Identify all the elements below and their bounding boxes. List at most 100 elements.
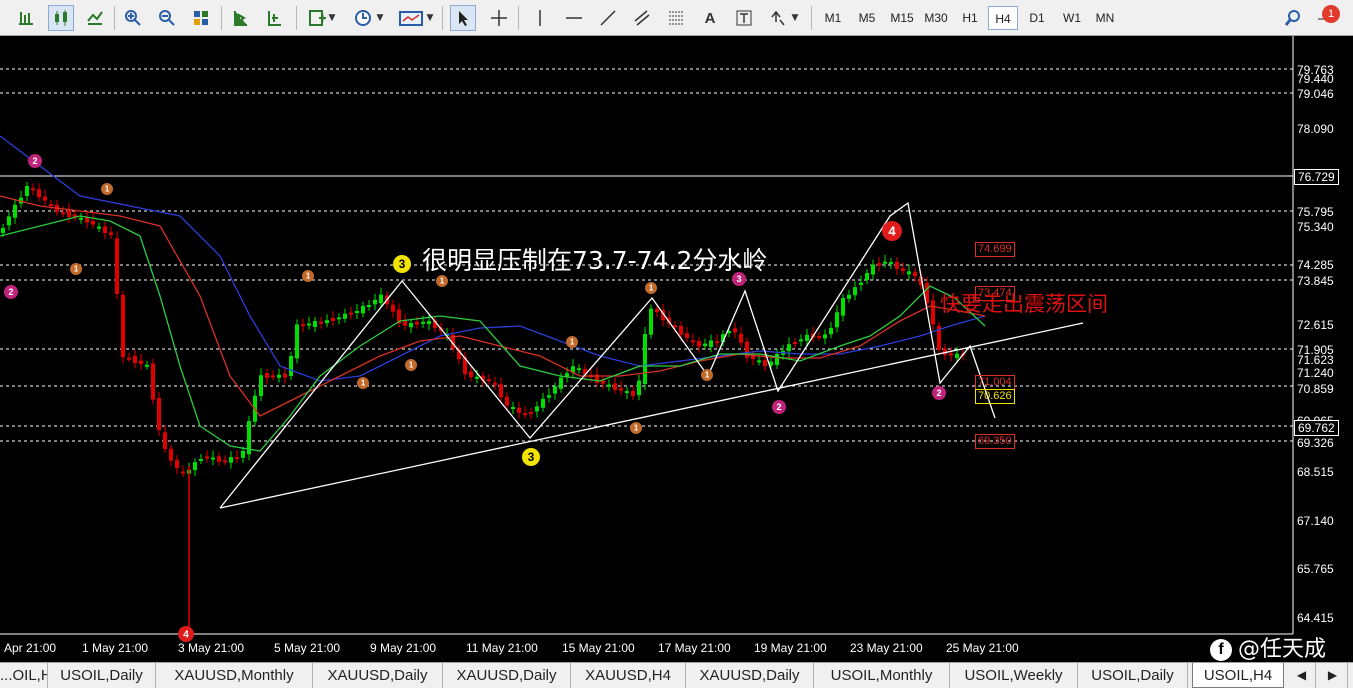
- tab-chart[interactable]: USOIL,Daily: [1078, 663, 1188, 688]
- analysis-annotation[interactable]: 很明显压制在73.7-74.2分水岭: [422, 241, 767, 277]
- order-level-label[interactable]: 71.004: [975, 375, 1015, 390]
- candle-body: [343, 313, 347, 319]
- candle-body: [817, 336, 821, 338]
- candle-body: [877, 263, 881, 266]
- candle-body: [703, 343, 707, 347]
- candle-body: [403, 320, 407, 326]
- text-icon[interactable]: A: [697, 5, 723, 31]
- price-label: 75.795: [1297, 205, 1334, 219]
- timeframe-m5[interactable]: M5: [852, 6, 882, 30]
- tab-chart[interactable]: XAUUSD,Daily: [443, 663, 571, 688]
- wave-marker-label: 2: [776, 402, 781, 412]
- candle-body: [625, 391, 629, 394]
- timeframe-d1[interactable]: D1: [1022, 6, 1052, 30]
- candle-body: [265, 373, 269, 378]
- candle-body: [151, 363, 155, 400]
- candle-body: [535, 406, 539, 412]
- order-level-label[interactable]: 70.626: [975, 389, 1015, 404]
- candle-body: [619, 388, 623, 391]
- periods-dropdown-icon[interactable]: ▼: [374, 5, 386, 31]
- wave-marker-label: 1: [105, 185, 110, 194]
- tab-chart[interactable]: USOIL,Daily: [48, 663, 156, 688]
- timeframe-m1[interactable]: M1: [818, 6, 848, 30]
- candle-body: [325, 320, 329, 324]
- tab-chart[interactable]: XAUUSD,Daily: [686, 663, 814, 688]
- search-icon[interactable]: [1280, 5, 1306, 31]
- order-level-label[interactable]: 69.350: [975, 434, 1015, 449]
- candle-body: [655, 308, 659, 313]
- candle-body: [301, 324, 305, 327]
- chart-shift-icon[interactable]: [262, 5, 288, 31]
- bar-chart-icon[interactable]: [13, 5, 39, 31]
- candle-body: [709, 340, 713, 347]
- candle-body: [691, 340, 695, 343]
- zoom-out-icon[interactable]: [154, 5, 180, 31]
- templates-dropdown-icon[interactable]: ▼: [424, 5, 436, 31]
- candle-body: [613, 383, 617, 390]
- candle-body: [163, 432, 167, 449]
- tab-chart[interactable]: XAUUSD,Monthly: [156, 663, 313, 688]
- candle-body: [859, 282, 863, 285]
- author-watermark: f @任天成: [1210, 631, 1326, 663]
- timeframe-w1[interactable]: W1: [1057, 6, 1087, 30]
- candle-body: [1, 228, 5, 233]
- candle-body: [355, 311, 359, 313]
- alert-count-badge: 1: [1322, 5, 1340, 23]
- tab-chart[interactable]: USOIL,Monthly: [814, 663, 950, 688]
- vertical-line-icon[interactable]: [527, 5, 553, 31]
- time-label: 19 May 21:00: [754, 641, 827, 655]
- timeframe-mn[interactable]: MN: [1090, 6, 1120, 30]
- candle-body: [913, 272, 917, 277]
- candle-body: [949, 353, 953, 356]
- autoscroll-icon[interactable]: [228, 5, 254, 31]
- time-label: 23 May 21:00: [850, 641, 923, 655]
- chart-canvas[interactable]: 2211411311311113242: [0, 36, 1353, 662]
- time-label: 17 May 21:00: [658, 641, 731, 655]
- timeframe-m15[interactable]: M15: [886, 6, 918, 30]
- candle-body: [901, 268, 905, 271]
- candle-body: [259, 375, 263, 397]
- price-label: 70.859: [1297, 382, 1334, 396]
- time-label: 3 May 21:00: [178, 641, 245, 655]
- analysis-annotation-red[interactable]: 快要走出震荡区间: [940, 288, 1108, 318]
- channel-icon[interactable]: [629, 5, 655, 31]
- tab-chart[interactable]: ...OIL,H4: [0, 663, 48, 688]
- candle-body: [847, 294, 851, 299]
- crosshair-icon[interactable]: [486, 5, 512, 31]
- trendline-icon[interactable]: [595, 5, 621, 31]
- timeframe-h4[interactable]: H4: [988, 6, 1018, 30]
- timeframe-h1[interactable]: H1: [955, 6, 985, 30]
- indicators-dropdown-icon[interactable]: ▼: [326, 5, 338, 31]
- price-chart[interactable]: 2211411311311113242 79.763 79.440 79.046…: [0, 36, 1353, 662]
- templates-icon[interactable]: [396, 5, 426, 31]
- tab-chart[interactable]: XAUUSD,Daily: [313, 663, 443, 688]
- timeframe-m30[interactable]: M30: [920, 6, 952, 30]
- candle-body: [829, 327, 833, 335]
- price-label: 69.762: [1294, 420, 1339, 436]
- main-toolbar: ▼ ▼ ▼ A ▼ M1 M5 M15 M30 H1 H4 D1 W1 MN 1: [0, 0, 1353, 36]
- text-label-icon[interactable]: [731, 5, 757, 31]
- tile-windows-icon[interactable]: [188, 5, 214, 31]
- tab-scroll-left-icon[interactable]: ◀: [1288, 663, 1316, 688]
- tab-chart[interactable]: USOIL,Weekly: [950, 663, 1078, 688]
- arrows-icon[interactable]: [765, 5, 791, 31]
- tab-chart[interactable]: XAUUSD,H4: [571, 663, 686, 688]
- candle-body: [337, 317, 341, 320]
- zoom-in-icon[interactable]: [120, 5, 146, 31]
- line-chart-icon[interactable]: [82, 5, 108, 31]
- cursor-icon[interactable]: [450, 5, 476, 31]
- tab-chart-active[interactable]: USOIL,H4: [1192, 663, 1284, 688]
- candlestick-icon[interactable]: [48, 5, 74, 31]
- chart-tabs-bar: ...OIL,H4 USOIL,Daily XAUUSD,Monthly XAU…: [0, 662, 1353, 688]
- tab-scroll-right-icon[interactable]: ▶: [1318, 663, 1348, 688]
- candle-body: [805, 334, 809, 341]
- arrows-dropdown-icon[interactable]: ▼: [789, 5, 801, 31]
- periods-icon[interactable]: [350, 5, 376, 31]
- horizontal-line-icon[interactable]: [561, 5, 587, 31]
- order-level-label[interactable]: 74.699: [975, 242, 1015, 257]
- price-label: 71.623: [1297, 353, 1334, 367]
- wave-marker-label: 1: [440, 277, 445, 286]
- candle-body: [121, 294, 125, 358]
- candle-body: [193, 462, 197, 471]
- fibonacci-icon[interactable]: [663, 5, 689, 31]
